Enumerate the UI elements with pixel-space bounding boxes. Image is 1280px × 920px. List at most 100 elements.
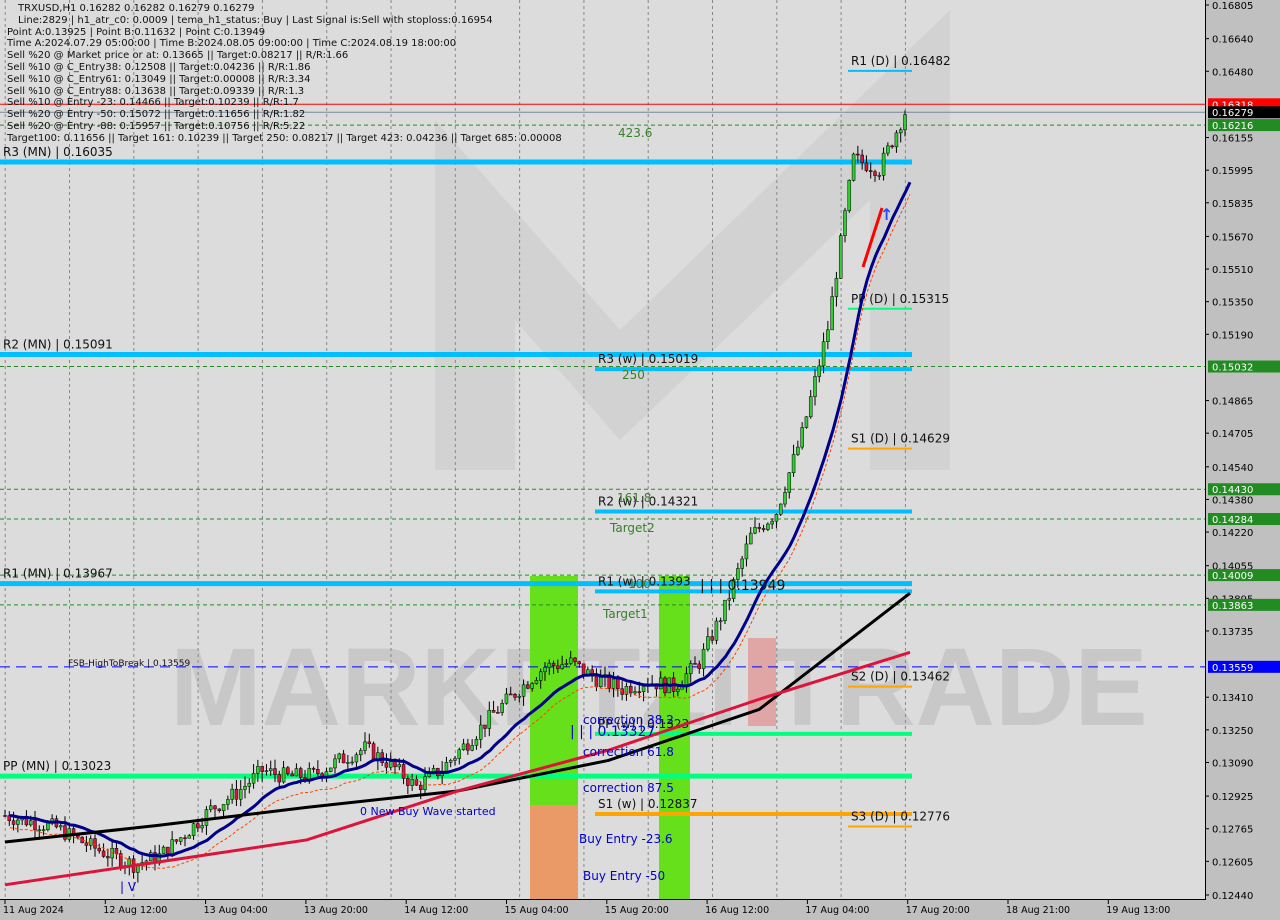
axis-tick-label: 0.15670 — [1212, 232, 1253, 243]
candle — [504, 693, 509, 704]
time-axis[interactable]: 11 Aug 2024 12 Aug 12:00 13 Aug 04:00 13 Au… — [0, 899, 1205, 920]
price-tag-label: 0.14430 — [1212, 485, 1253, 496]
candle — [243, 786, 247, 790]
axis-tick-label: 0.13735 — [1212, 627, 1253, 638]
pivot-level-label: R2 (MN) | 0.15091 — [3, 337, 113, 351]
price-axis[interactable]: 0.16805 0.16640 0.16480 0.16155 0.15995 0.158… — [1205, 0, 1280, 920]
pivot-level-label: R3 (w) | 0.15019 — [598, 352, 698, 366]
candle — [551, 662, 556, 667]
candle — [714, 620, 719, 641]
candle — [371, 743, 376, 761]
candle — [513, 694, 517, 698]
candle — [543, 667, 547, 673]
candle — [406, 778, 410, 786]
candle — [547, 662, 552, 668]
annotation-buy236: Buy Entry -23.6 — [579, 832, 673, 846]
candle — [611, 678, 616, 689]
axis-tick-label: 0.13410 — [1212, 693, 1253, 704]
axis-tick-label: 0.15510 — [1212, 265, 1253, 276]
candle — [41, 829, 46, 831]
annotation-corr382: correction 38.2 — [583, 713, 674, 727]
candle — [281, 767, 286, 783]
candle — [710, 636, 714, 641]
info-line: Time A:2024.07.29 05:00:00 | Time B:2024… — [7, 38, 457, 50]
axis-tick-label: 0.14865 — [1212, 397, 1253, 408]
time-tick-label: 15 Aug 20:00 — [605, 905, 669, 916]
annotation-target1: Target1 — [602, 607, 648, 621]
time-tick-label: 17 Aug 20:00 — [906, 905, 970, 916]
price-tag-label: 0.13863 — [1212, 601, 1253, 612]
candle — [491, 709, 496, 713]
candle — [448, 760, 453, 763]
candle — [204, 809, 209, 826]
candle — [84, 842, 89, 846]
candle — [487, 709, 492, 729]
axis-tick-label: 0.13250 — [1212, 726, 1253, 737]
candle — [791, 454, 796, 474]
candle — [598, 677, 603, 688]
candle — [444, 762, 449, 772]
candle — [877, 175, 882, 177]
candle — [298, 768, 303, 778]
info-line: Sell %10 @ C_Entry38: 0.12508 || Target:… — [7, 61, 311, 73]
time-tick-label: 16 Aug 12:00 — [705, 905, 769, 916]
candle — [88, 838, 93, 846]
candle — [234, 788, 239, 800]
info-line: Target100: 0.11656 || Target 161: 0.1023… — [7, 132, 562, 144]
candle — [226, 799, 230, 805]
candle — [311, 768, 316, 770]
candle — [183, 837, 187, 840]
candle — [744, 543, 749, 560]
candle — [800, 427, 804, 448]
annotation-c_point: | | | 0.13949 — [700, 578, 785, 594]
candle — [637, 691, 642, 693]
candle — [221, 804, 226, 811]
time-tick-label: 15 Aug 04:00 — [505, 905, 569, 916]
candle — [114, 848, 119, 854]
candle — [577, 661, 582, 665]
time-tick-label: 19 Aug 13:00 — [1106, 905, 1170, 916]
candle — [521, 684, 526, 697]
candle — [46, 822, 50, 830]
axis-tick-label: 0.16640 — [1212, 35, 1253, 46]
candle — [93, 838, 97, 849]
axis-tick-label: 0.12765 — [1212, 825, 1253, 836]
annotation-bottom_mark: | V — [120, 880, 137, 894]
candle — [58, 825, 63, 828]
candle — [410, 778, 414, 786]
axis-tick-label: 0.12440 — [1212, 891, 1253, 902]
candle — [63, 825, 67, 840]
candle — [628, 685, 633, 694]
candle — [684, 673, 689, 686]
candle — [260, 766, 264, 772]
axis-tick-label: 0.15835 — [1212, 199, 1253, 210]
info-line: Sell %20 @ Entry -88: 0.15957 || Target:… — [7, 120, 306, 132]
candle — [28, 820, 33, 826]
annotation-fib_161: 161.8 — [617, 491, 651, 505]
axis-tick-label: 0.12925 — [1212, 792, 1253, 803]
candle — [868, 170, 873, 172]
axis-tick-label: 0.14705 — [1212, 429, 1253, 440]
candle — [873, 171, 877, 176]
candle — [581, 663, 586, 675]
axis-tick-label: 0.13090 — [1212, 758, 1253, 769]
candle — [251, 773, 256, 784]
candle — [97, 847, 102, 852]
candle — [187, 835, 192, 839]
candle — [594, 675, 599, 688]
axis-tick-label: 0.12605 — [1212, 857, 1253, 868]
candle — [316, 769, 320, 774]
info-line: Sell %10 @ Entry -23: 0.14466 || Target:… — [7, 97, 299, 109]
candle — [826, 329, 830, 342]
candle — [517, 696, 522, 698]
candle — [461, 743, 466, 751]
candle — [796, 446, 800, 455]
candle — [834, 278, 839, 297]
candle — [247, 782, 252, 787]
candle — [11, 820, 16, 825]
info-line: Sell %20 @ Entry -50: 0.15072 || Target:… — [7, 109, 306, 121]
candle — [813, 376, 817, 397]
price-tag-label: 0.16279 — [1212, 108, 1253, 119]
candle — [766, 523, 770, 530]
candle — [783, 492, 787, 505]
